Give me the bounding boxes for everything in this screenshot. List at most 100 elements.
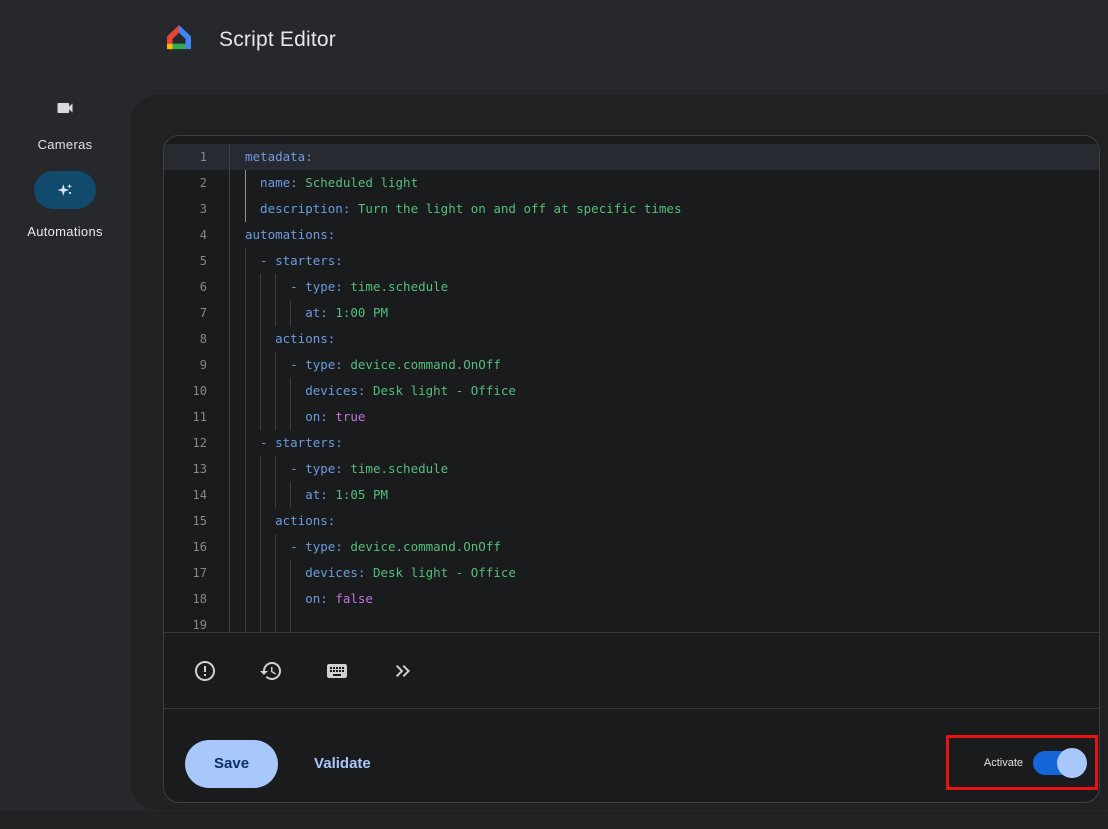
code-line[interactable]: 14 at: 1:05 PM (164, 482, 1099, 508)
sidebar-item-automations[interactable] (34, 171, 96, 209)
validate-button[interactable]: Validate (314, 755, 371, 772)
line-number: 9 (164, 352, 230, 378)
code-token: - starters: (245, 435, 343, 450)
indent-guide (260, 274, 261, 300)
indent-guide (245, 352, 246, 378)
line-number: 4 (164, 222, 230, 248)
code-line[interactable]: 3 description: Turn the light on and off… (164, 196, 1099, 222)
code-line[interactable]: 17 devices: Desk light - Office (164, 560, 1099, 586)
code-token: - starters: (245, 253, 343, 268)
indent-guide (245, 560, 246, 586)
indent-guide (260, 352, 261, 378)
code-token: on: (245, 409, 328, 424)
code-line[interactable]: 2 name: Scheduled light (164, 170, 1099, 196)
indent-guide (260, 456, 261, 482)
keyboard-shortcuts-button[interactable] (324, 658, 350, 684)
code-token: automations: (245, 227, 335, 242)
line-number: 16 (164, 534, 230, 560)
code-token: actions: (245, 331, 335, 346)
code-line[interactable]: 9 - type: device.command.OnOff (164, 352, 1099, 378)
code-editor[interactable]: 1metadata:2 name: Scheduled light3 descr… (164, 136, 1099, 633)
code-token: 1:00 PM (328, 305, 388, 320)
indent-guide (275, 456, 276, 482)
code-token: metadata: (245, 149, 313, 164)
sidebar-item-cameras-label: Cameras (0, 137, 130, 152)
code-line[interactable]: 8 actions: (164, 326, 1099, 352)
indent-guide (290, 378, 291, 404)
code-token: time.schedule (343, 461, 448, 476)
annotation-rectangle: Activate (946, 735, 1098, 790)
indent-guide (260, 482, 261, 508)
indent-guide (275, 274, 276, 300)
code-token: Turn the light on and off at specific ti… (350, 201, 681, 216)
indent-guide (245, 404, 246, 430)
indent-guide (290, 482, 291, 508)
line-number: 5 (164, 248, 230, 274)
indent-guide (275, 300, 276, 326)
code-token: description: (245, 201, 350, 216)
indent-guide (260, 378, 261, 404)
sidebar-item-automations-label: Automations (0, 224, 130, 239)
videocam-icon (55, 98, 75, 118)
activate-toggle-thumb (1057, 748, 1087, 778)
code-line[interactable]: 13 - type: time.schedule (164, 456, 1099, 482)
indent-guide (245, 586, 246, 612)
code-token: 1:05 PM (328, 487, 388, 502)
bottom-strip (0, 811, 1108, 829)
indent-guide (275, 404, 276, 430)
problems-button[interactable] (192, 658, 218, 684)
indent-guide (275, 612, 276, 633)
top-app-bar: Script Editor (0, 0, 1108, 95)
code-token: name: (245, 175, 298, 190)
code-token: device.command.OnOff (343, 539, 501, 554)
line-number: 13 (164, 456, 230, 482)
indent-guide (275, 586, 276, 612)
code-line[interactable]: 19 (164, 612, 1099, 633)
code-line[interactable]: 1metadata: (164, 144, 1099, 170)
problems-icon (193, 659, 217, 683)
indent-guide (275, 352, 276, 378)
code-line[interactable]: 7 at: 1:00 PM (164, 300, 1099, 326)
indent-guide (245, 326, 246, 352)
save-button[interactable]: Save (185, 740, 278, 788)
google-home-logo-icon (159, 21, 199, 61)
code-line[interactable]: 4 automations: (164, 222, 1099, 248)
expand-toolbar-button[interactable] (390, 658, 416, 684)
indent-guide (245, 196, 246, 222)
indent-guide (260, 612, 261, 633)
indent-guide (260, 404, 261, 430)
history-icon (259, 659, 283, 683)
indent-guide (260, 586, 261, 612)
indent-guide (245, 456, 246, 482)
line-number: 17 (164, 560, 230, 586)
line-number: 11 (164, 404, 230, 430)
indent-guide (245, 170, 246, 196)
code-line[interactable]: 15 actions: (164, 508, 1099, 534)
code-line[interactable]: 16 - type: device.command.OnOff (164, 534, 1099, 560)
line-number: 19 (164, 612, 230, 633)
sidebar-item-cameras[interactable] (0, 98, 130, 123)
code-line[interactable]: 11 on: true (164, 404, 1099, 430)
line-number: 15 (164, 508, 230, 534)
line-number: 12 (164, 430, 230, 456)
indent-guide (260, 508, 261, 534)
line-number: 2 (164, 170, 230, 196)
activate-toggle[interactable] (1033, 751, 1084, 775)
indent-guide (245, 430, 246, 456)
line-number: 14 (164, 482, 230, 508)
double-arrow-right-icon (391, 659, 415, 683)
code-line[interactable]: 6 - type: time.schedule (164, 274, 1099, 300)
indent-guide (260, 560, 261, 586)
code-line[interactable]: 10 devices: Desk light - Office (164, 378, 1099, 404)
history-button[interactable] (258, 658, 284, 684)
indent-guide (245, 300, 246, 326)
indent-guide (245, 274, 246, 300)
main-panel: 1metadata:2 name: Scheduled light3 descr… (130, 95, 1108, 810)
indent-guide (260, 300, 261, 326)
code-line[interactable]: 5 - starters: (164, 248, 1099, 274)
code-token: device.command.OnOff (343, 357, 501, 372)
code-line[interactable]: 12 - starters: (164, 430, 1099, 456)
keyboard-icon (325, 659, 349, 683)
code-line[interactable]: 18 on: false (164, 586, 1099, 612)
page-title: Script Editor (219, 28, 336, 52)
